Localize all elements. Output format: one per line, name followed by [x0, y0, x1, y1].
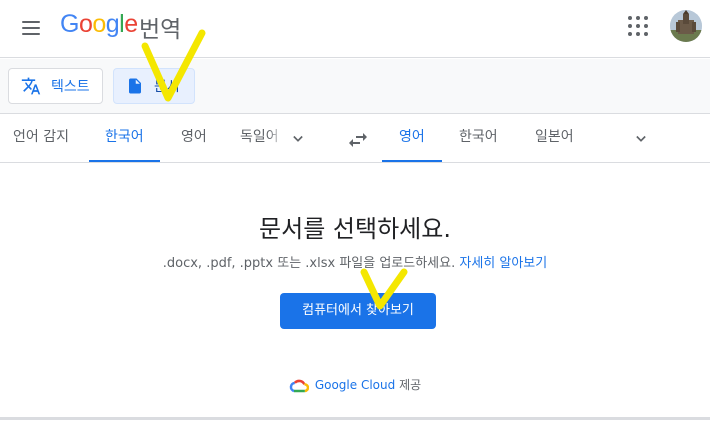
google-cloud-icon — [289, 379, 309, 392]
document-icon — [129, 78, 141, 94]
mode-bar: 텍스트 문서 — [0, 59, 710, 114]
document-mode-button[interactable]: 문서 — [113, 68, 195, 104]
document-mode-label: 문서 — [154, 79, 180, 95]
text-mode-button[interactable]: 텍스트 — [8, 68, 103, 104]
target-lang-korean[interactable]: 한국어 — [459, 115, 498, 162]
top-header: Google 번역 — [0, 0, 710, 58]
learn-more-link[interactable]: 자세히 알아보기 — [459, 256, 547, 271]
product-title[interactable]: 번역 — [139, 10, 181, 44]
hamburger-menu-icon — [22, 21, 40, 23]
document-upload-panel: 문서를 선택하세요. .docx, .pdf, .pptx 또는 .xlsx 파… — [0, 164, 710, 418]
chevron-down-icon[interactable] — [288, 129, 308, 149]
target-lang-japanese[interactable]: 일본어 — [535, 115, 574, 162]
browse-computer-button[interactable]: 컴퓨터에서 찾아보기 — [280, 293, 436, 329]
google-cloud-attribution: Google Cloud 제공 — [0, 376, 710, 393]
google-cloud-brand[interactable]: Google Cloud — [315, 378, 395, 392]
source-lang-korean[interactable]: 한국어 — [89, 115, 160, 162]
page-heading: 문서를 선택하세요. — [259, 215, 451, 243]
text-mode-label: 텍스트 — [51, 79, 90, 95]
castle-avatar-icon — [670, 10, 702, 42]
language-bar: 언어 감지 한국어 영어 독일어 영어 한국어 일본어 — [0, 115, 710, 163]
target-lang-english[interactable]: 영어 — [382, 115, 442, 162]
main-menu-button[interactable] — [18, 14, 46, 42]
upload-description: .docx, .pdf, .pptx 또는 .xlsx 파일을 업로드하세요. … — [162, 256, 548, 271]
account-avatar[interactable] — [670, 10, 702, 42]
source-lang-detect[interactable]: 언어 감지 — [13, 115, 69, 162]
source-lang-english[interactable]: 영어 — [181, 115, 207, 162]
google-logo[interactable]: Google — [60, 10, 138, 39]
chevron-down-icon[interactable] — [631, 129, 651, 149]
bottom-divider — [0, 417, 710, 420]
swap-languages-icon[interactable] — [346, 128, 370, 152]
google-apps-button[interactable] — [624, 12, 652, 40]
translate-icon — [21, 77, 41, 95]
